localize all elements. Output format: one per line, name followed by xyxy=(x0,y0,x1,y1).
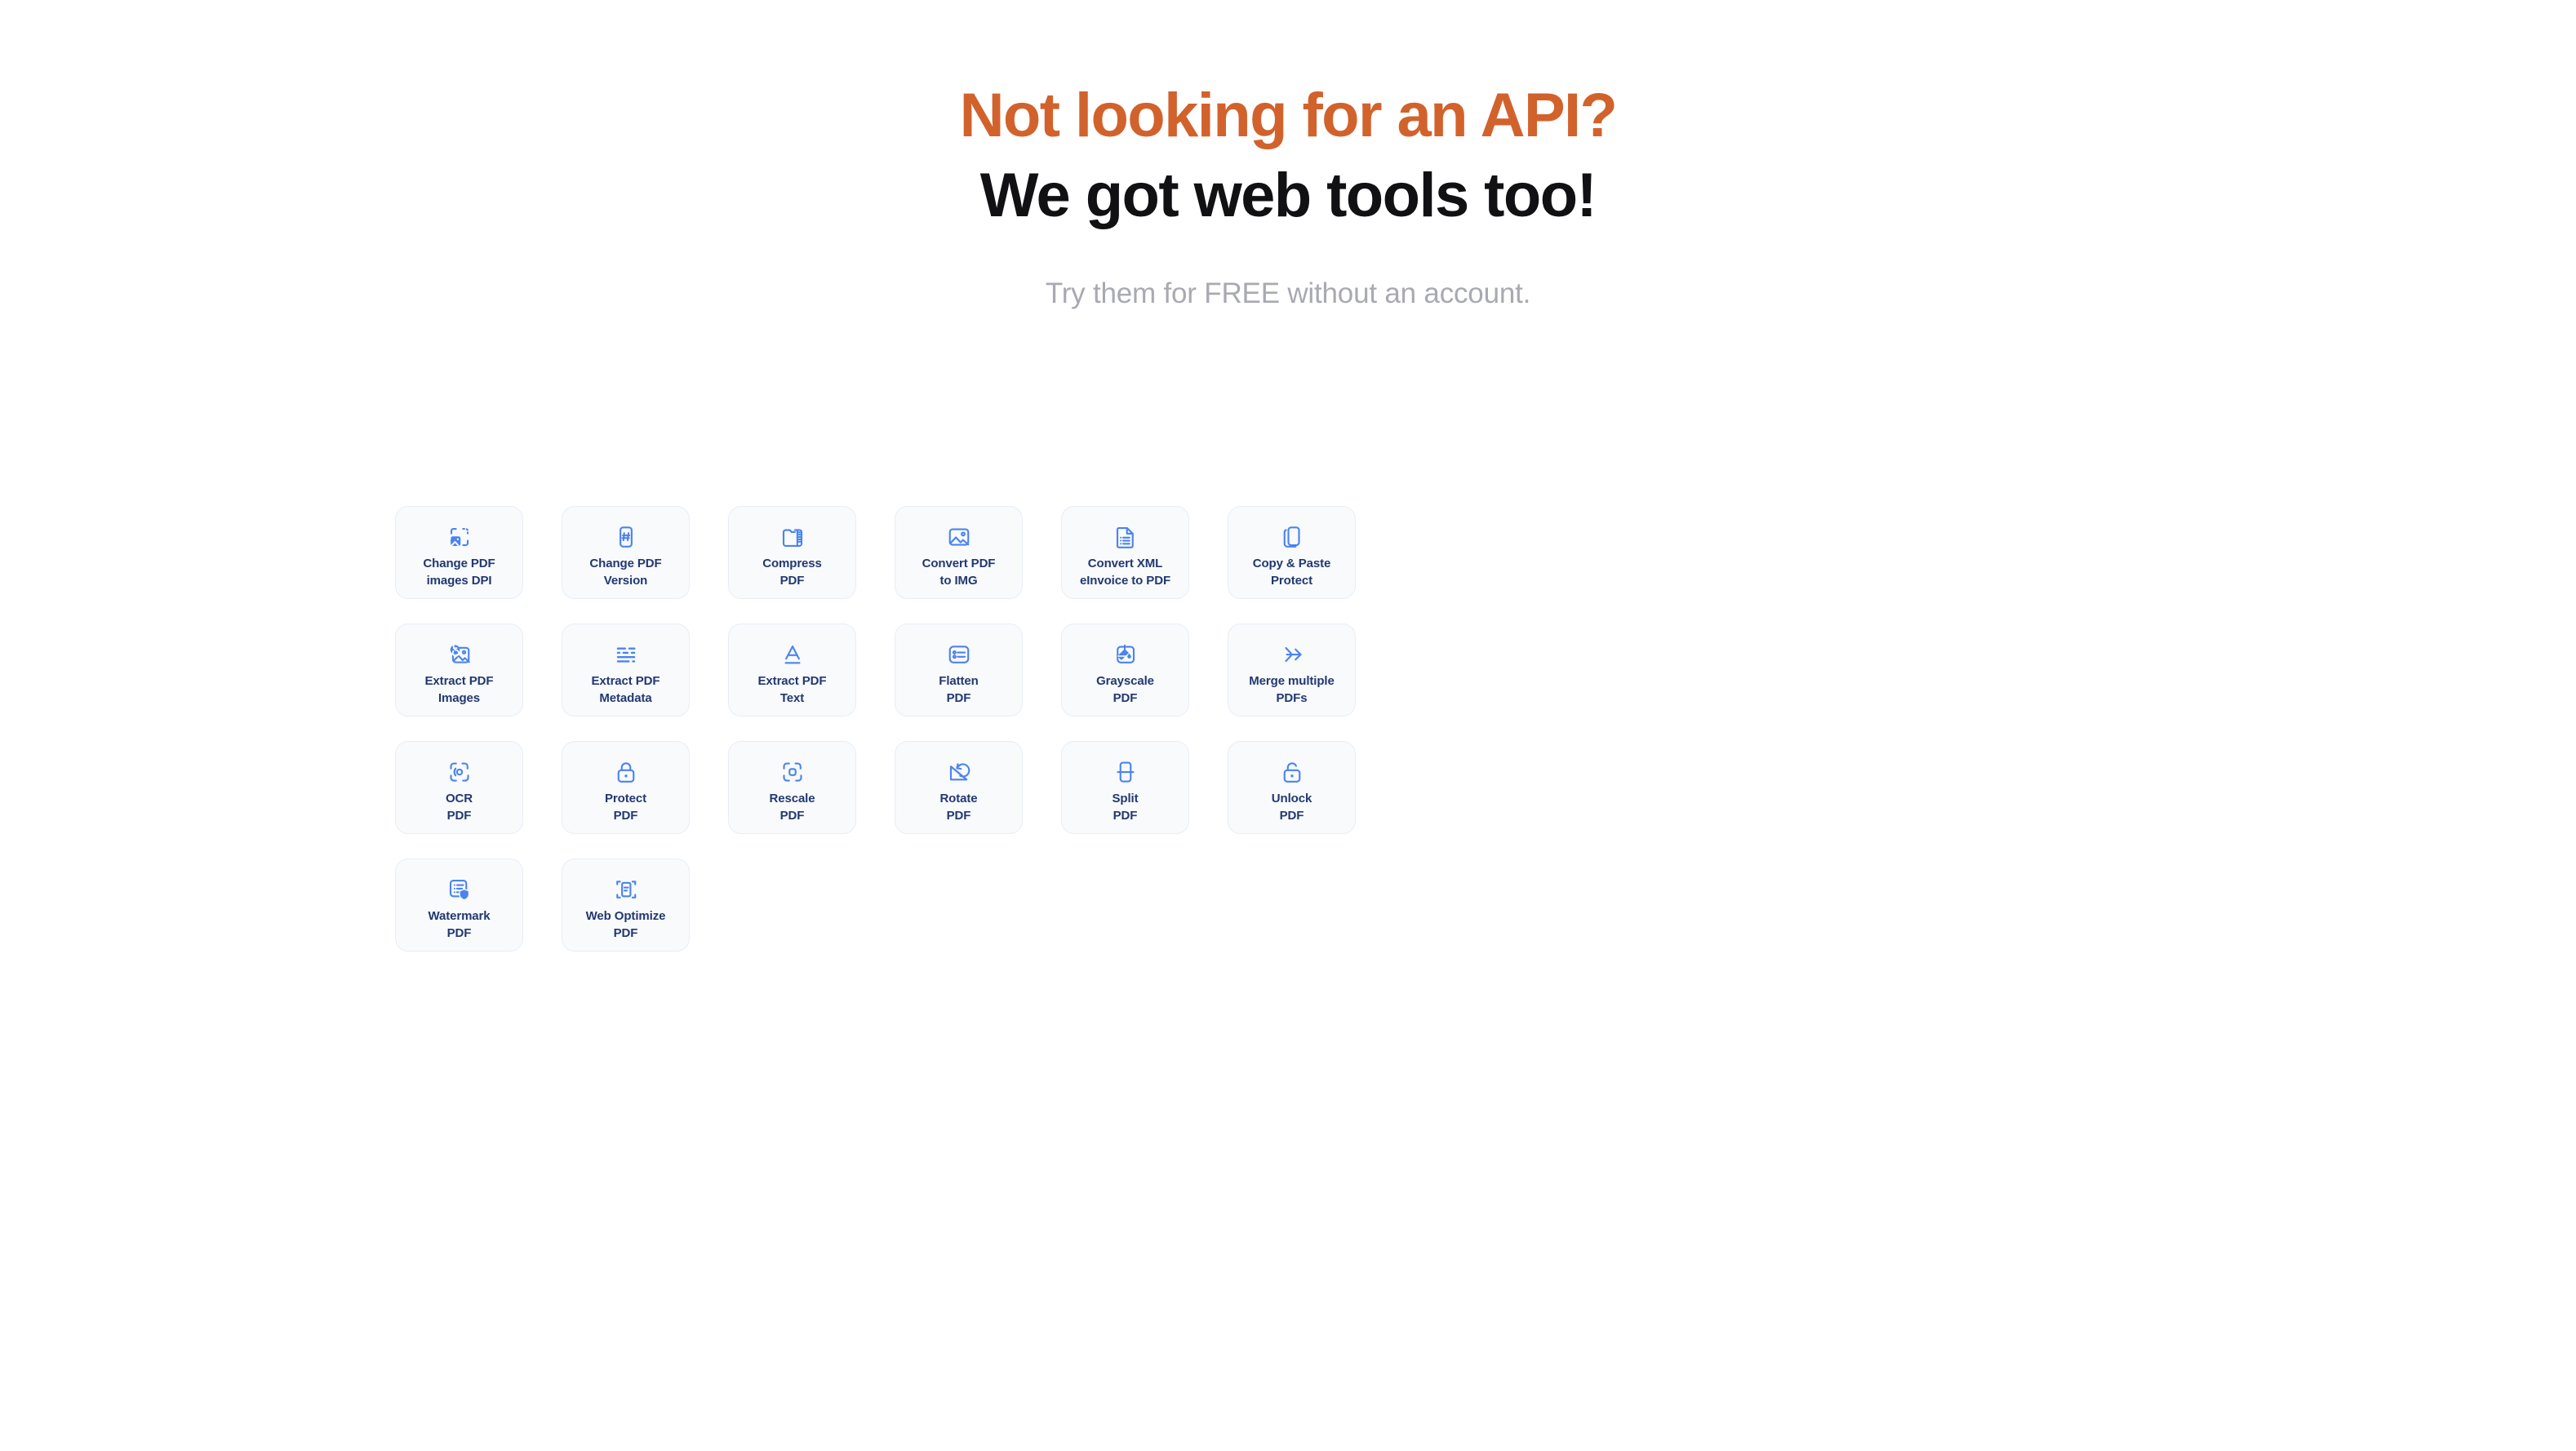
lock-open-icon xyxy=(1278,758,1306,786)
tool-card-change-pdf-version[interactable]: Change PDF Version xyxy=(562,506,690,599)
tool-card-copy-paste-protect[interactable]: Copy & Paste Protect xyxy=(1228,506,1356,599)
tool-card-label: Flatten PDF xyxy=(939,674,979,705)
resize-frame-icon xyxy=(779,758,806,786)
merge-arrows-icon xyxy=(1278,641,1306,668)
headline-secondary: We got web tools too! xyxy=(979,161,1597,230)
hash-page-icon xyxy=(612,523,640,551)
letter-a-underline-icon xyxy=(779,641,806,668)
tool-card-ocr-pdf[interactable]: OCR PDF xyxy=(395,741,523,834)
tool-card-label: Change PDF images DPI xyxy=(423,557,495,588)
tool-card-label: Extract PDF Images xyxy=(424,674,494,705)
tool-card-flatten-pdf[interactable]: Flatten PDF xyxy=(895,623,1023,717)
tool-card-watermark-pdf[interactable]: Watermark PDF xyxy=(395,859,523,952)
tool-card-label: Rotate PDF xyxy=(939,792,978,823)
tool-card-compress-pdf[interactable]: Compress PDF xyxy=(728,506,856,599)
tool-card-label: Protect PDF xyxy=(605,792,646,823)
paint-bucket-icon xyxy=(1112,641,1139,668)
tool-card-label: OCR PDF xyxy=(445,792,473,823)
tool-card-label: Unlock PDF xyxy=(1271,792,1312,823)
tool-card-label: Convert XML eInvoice to PDF xyxy=(1079,557,1171,588)
tool-card-label: Convert PDF to IMG xyxy=(922,557,996,588)
tool-card-merge-multiple-pdfs[interactable]: Merge multiple PDFs xyxy=(1228,623,1356,717)
image-crop-icon xyxy=(446,523,473,551)
tool-card-label: Merge multiple PDFs xyxy=(1249,674,1335,705)
tool-card-label: Web Optimize PDF xyxy=(585,909,666,940)
document-shield-icon xyxy=(446,876,473,903)
document-list-icon xyxy=(1112,523,1139,551)
tool-card-rotate-pdf[interactable]: Rotate PDF xyxy=(895,741,1023,834)
headline-primary: Not looking for an API? xyxy=(959,81,1618,150)
tool-card-convert-xml-einvoice-to-pdf[interactable]: Convert XML eInvoice to PDF xyxy=(1061,506,1189,599)
form-box-icon xyxy=(945,641,973,668)
tool-card-extract-pdf-metadata[interactable]: Extract PDF Metadata xyxy=(562,623,690,717)
tool-card-label: Split PDF xyxy=(1112,792,1139,823)
tool-card-label: Rescale PDF xyxy=(769,792,815,823)
picture-icon xyxy=(945,523,973,551)
page-header: Not looking for an API? We got web tools… xyxy=(0,0,2576,310)
scan-lens-icon xyxy=(446,758,473,786)
tool-card-change-pdf-images-dpi[interactable]: Change PDF images DPI xyxy=(395,506,523,599)
tool-card-convert-pdf-to-img[interactable]: Convert PDF to IMG xyxy=(895,506,1023,599)
document-crop-marks-icon xyxy=(612,876,640,903)
tool-card-web-optimize-pdf[interactable]: Web Optimize PDF xyxy=(562,859,690,952)
tool-card-rescale-pdf[interactable]: Rescale PDF xyxy=(728,741,856,834)
split-page-icon xyxy=(1112,758,1139,786)
tool-card-label: Grayscale PDF xyxy=(1096,674,1154,705)
tool-card-grayscale-pdf[interactable]: Grayscale PDF xyxy=(1061,623,1189,717)
tools-section: Change PDF images DPI Change PDF Version C… xyxy=(395,506,2174,952)
tool-card-protect-pdf[interactable]: Protect PDF xyxy=(562,741,690,834)
tool-card-extract-pdf-text[interactable]: Extract PDF Text xyxy=(728,623,856,717)
tool-card-label: Watermark PDF xyxy=(428,909,491,940)
tool-card-label: Compress PDF xyxy=(762,557,822,588)
tool-card-unlock-pdf[interactable]: Unlock PDF xyxy=(1228,741,1356,834)
tool-card-label: Extract PDF Metadata xyxy=(591,674,660,705)
tool-card-label: Copy & Paste Protect xyxy=(1252,557,1331,588)
rotate-icon xyxy=(945,758,973,786)
tool-card-extract-pdf-images[interactable]: Extract PDF Images xyxy=(395,623,523,717)
zip-archive-icon xyxy=(779,523,806,551)
tool-card-label: Change PDF Version xyxy=(589,557,662,588)
copy-pages-icon xyxy=(1278,523,1306,551)
tools-grid: Change PDF images DPI Change PDF Version C… xyxy=(395,506,2174,952)
web-tools-page: Not looking for an API? We got web tools… xyxy=(0,0,2576,1451)
page-subheading: Try them for FREE without an account. xyxy=(1045,277,1531,309)
image-extract-icon xyxy=(446,641,473,668)
lock-closed-icon xyxy=(612,758,640,786)
metadata-lines-icon xyxy=(612,641,640,668)
tool-card-label: Extract PDF Text xyxy=(757,674,827,705)
tool-card-split-pdf[interactable]: Split PDF xyxy=(1061,741,1189,834)
